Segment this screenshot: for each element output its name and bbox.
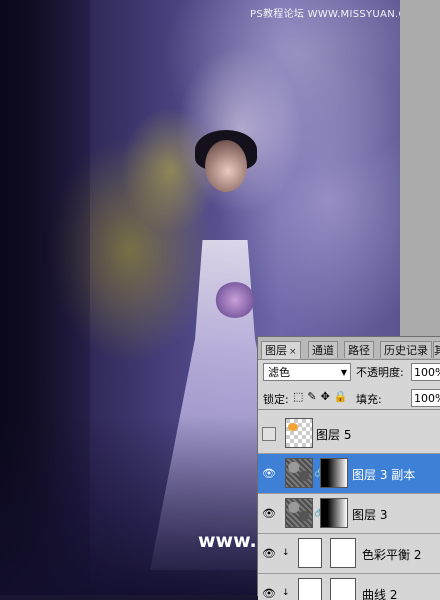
layer-row-layer3[interactable]: 👁 🔗 图层 3: [258, 494, 440, 534]
tab-history-label: 历史记录: [384, 344, 428, 357]
opacity-label: 不透明度:: [356, 366, 404, 379]
blend-mode-value: 滤色: [268, 366, 290, 379]
blend-row: 滤色 ▼ 不透明度: 100%: [261, 363, 440, 383]
eye-icon[interactable]: 👁: [261, 466, 277, 482]
layer-row-partial: [258, 409, 440, 410]
layer-mask-thumbnail: [320, 458, 348, 488]
tab-channels-label: 通道: [312, 344, 334, 357]
clip-arrow-icon: ↓: [282, 588, 290, 598]
layer-name: 图层 3 副本: [352, 468, 416, 482]
bouquet: [215, 282, 255, 318]
layer-list: 图层 5 👁 🔗 图层 3 副本 👁 🔗 图层 3 👁 ↓ 色彩平衡 2 👁 ↓: [258, 409, 440, 600]
adjustment-thumbnail: [298, 538, 322, 568]
lock-row: 锁定: ⬚✎✥🔒 填充: 100%: [261, 389, 440, 408]
layer-row-layer3-copy[interactable]: 👁 🔗 图层 3 副本: [258, 454, 440, 494]
tab-paths[interactable]: 路径: [344, 341, 374, 358]
watermark-top: PS教程论坛 WWW.MISSYUAN.COM: [250, 9, 400, 20]
tab-history[interactable]: 历史记录: [380, 341, 432, 358]
opacity-input[interactable]: 100%: [411, 363, 440, 381]
layer-thumbnail: [285, 418, 313, 448]
lock-icons[interactable]: ⬚✎✥🔒: [293, 390, 352, 403]
eye-icon[interactable]: 👁: [261, 546, 277, 562]
lock-label: 锁定:: [263, 393, 289, 406]
layer-name: 图层 3: [352, 508, 388, 522]
layer-thumbnail: [285, 458, 313, 488]
tab-more[interactable]: 其: [433, 341, 440, 358]
fill-input[interactable]: 100%: [411, 389, 440, 407]
layer-mask-thumbnail: [330, 578, 356, 600]
layer-name: 曲线 2: [362, 588, 398, 600]
blend-mode-select[interactable]: 滤色 ▼: [263, 363, 351, 381]
adjustment-thumbnail: [298, 578, 322, 600]
layer-row-layer5[interactable]: 图层 5: [258, 414, 440, 454]
visibility-toggle-off[interactable]: [262, 427, 276, 441]
layers-panel: 图层× 通道 路径 历史记录 其 滤色 ▼ 不透明度: 100% 锁定: ⬚✎✥…: [257, 336, 440, 600]
eye-icon[interactable]: 👁: [261, 586, 277, 600]
layer-mask-thumbnail: [320, 498, 348, 528]
fill-label: 填充:: [356, 393, 382, 406]
tab-layers[interactable]: 图层 ×: [261, 341, 301, 359]
layer-row-color-balance[interactable]: 👁 ↓ 色彩平衡 2: [258, 534, 440, 574]
layer-row-curves[interactable]: 👁 ↓ 曲线 2: [258, 574, 440, 600]
layer-name: 色彩平衡 2: [362, 548, 422, 562]
eye-icon[interactable]: 👁: [261, 506, 277, 522]
layer-thumbnail: [285, 498, 313, 528]
tab-layers-label: 图层: [265, 344, 287, 357]
tab-more-label: 其: [434, 344, 440, 357]
light-glow: [150, 0, 400, 180]
clip-arrow-icon: ↓: [282, 548, 290, 558]
close-icon[interactable]: ×: [289, 347, 297, 357]
chevron-down-icon: ▼: [340, 368, 347, 377]
panel-tab-bar: 图层 × 通道 路径 历史记录 其: [258, 337, 440, 360]
layer-name: 图层 5: [316, 428, 352, 442]
tab-paths-label: 路径: [348, 344, 370, 357]
layer-mask-thumbnail: [330, 538, 356, 568]
workspace-background: [400, 0, 440, 336]
bride-face: [205, 140, 247, 192]
tab-channels[interactable]: 通道: [308, 341, 338, 358]
